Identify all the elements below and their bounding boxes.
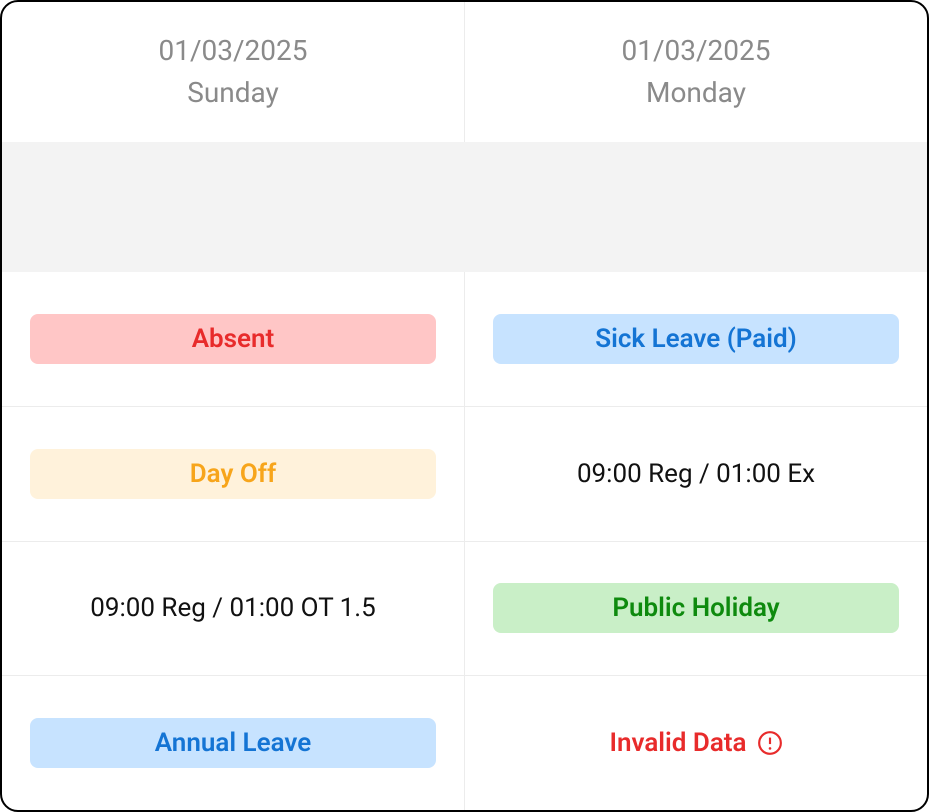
calendar-row: Annual Leave Invalid Data: [2, 675, 927, 810]
calendar-cell[interactable]: Absent: [2, 272, 464, 406]
invalid-data-indicator: Invalid Data: [609, 728, 782, 758]
calendar-row: Day Off 09:00 Reg / 01:00 Ex: [2, 406, 927, 541]
calendar-cell[interactable]: Invalid Data: [464, 676, 927, 810]
calendar-row: 09:00 Reg / 01:00 OT 1.5 Public Holiday: [2, 541, 927, 676]
spacer-cell: [2, 142, 927, 272]
time-entry-text: 09:00 Reg / 01:00 OT 1.5: [90, 593, 376, 623]
warning-icon: [757, 730, 783, 756]
invalid-data-label: Invalid Data: [609, 728, 746, 758]
attendance-calendar: 01/03/2025 Sunday 01/03/2025 Monday Abse…: [0, 0, 929, 812]
calendar-cell[interactable]: Sick Leave (Paid): [464, 272, 927, 406]
status-badge-annual-leave: Annual Leave: [30, 718, 436, 768]
calendar-body: Absent Sick Leave (Paid) Day Off 09:00 R…: [2, 272, 927, 810]
status-badge-public-holiday: Public Holiday: [493, 583, 899, 633]
header-date: 01/03/2025: [622, 30, 771, 72]
status-badge-sick-leave: Sick Leave (Paid): [493, 314, 899, 364]
calendar-cell[interactable]: 09:00 Reg / 01:00 Ex: [464, 407, 927, 541]
calendar-row: Absent Sick Leave (Paid): [2, 272, 927, 406]
time-entry-text: 09:00 Reg / 01:00 Ex: [577, 459, 815, 489]
calendar-spacer-row: [2, 142, 927, 272]
status-badge-absent: Absent: [30, 314, 436, 364]
calendar-cell[interactable]: Annual Leave: [2, 676, 464, 810]
calendar-cell[interactable]: 09:00 Reg / 01:00 OT 1.5: [2, 542, 464, 676]
calendar-header-monday: 01/03/2025 Monday: [464, 2, 927, 142]
calendar-cell[interactable]: Public Holiday: [464, 542, 927, 676]
status-badge-day-off: Day Off: [30, 449, 436, 499]
header-day: Monday: [646, 72, 746, 114]
header-date: 01/03/2025: [159, 30, 308, 72]
calendar-header-row: 01/03/2025 Sunday 01/03/2025 Monday: [2, 2, 927, 142]
calendar-cell[interactable]: Day Off: [2, 407, 464, 541]
calendar-header-sunday: 01/03/2025 Sunday: [2, 2, 464, 142]
header-day: Sunday: [187, 72, 279, 114]
